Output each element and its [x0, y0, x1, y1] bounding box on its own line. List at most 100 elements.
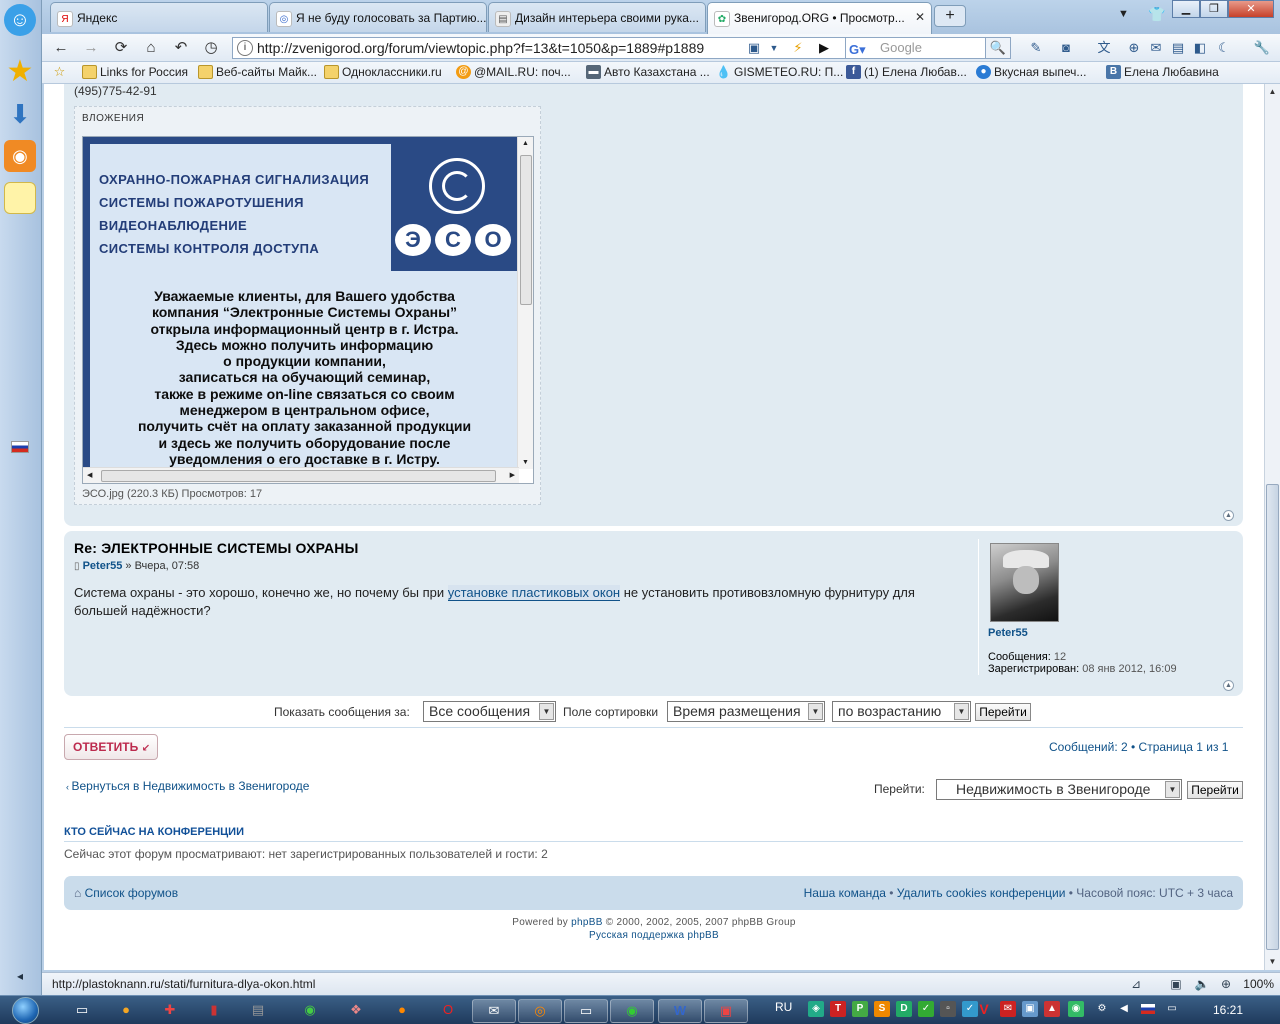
bookmark-gismeteo[interactable]: 💧 GISMETEO.RU: П... [716, 65, 843, 79]
search-button[interactable]: 🔍 [985, 37, 1011, 59]
bookmark-auto-kz[interactable]: ▬ Авто Казахстана ... [586, 65, 710, 79]
tab-design[interactable]: ▤ Дизайн интерьера своими рука... [488, 2, 706, 32]
back-icon[interactable]: ← [50, 38, 72, 58]
reader-icon[interactable]: ▣ [744, 39, 764, 57]
windows-link[interactable]: установке пластиковых окон [447, 585, 621, 601]
close-tab-icon[interactable]: ✕ [915, 10, 925, 24]
zoom-level[interactable]: 100% [1243, 977, 1274, 991]
mail-icon[interactable]: ✉ [1146, 39, 1166, 57]
sort-select[interactable]: Время размещения ▼ [667, 701, 825, 722]
app-icon[interactable]: ❖ [334, 999, 378, 1023]
tray-icon[interactable]: S [874, 1001, 890, 1017]
image-horizontal-scrollbar[interactable]: ◀ ▶ [83, 467, 519, 483]
download-icon[interactable]: ⬇ [4, 98, 36, 130]
tab-zvenigorod[interactable]: ✿ Звенигород.ORG • Просмотр... ✕ [707, 2, 932, 34]
undo-icon[interactable]: ↶ [170, 38, 192, 58]
jump-go-button[interactable]: Перейти [1187, 781, 1243, 799]
monitor-icon[interactable]: ▭ [1164, 1001, 1180, 1017]
image-app-icon[interactable]: ▣ [704, 999, 748, 1023]
forward-icon[interactable]: → [80, 38, 102, 58]
zoom-icon[interactable]: ⊕ [1124, 39, 1144, 57]
close-window-button[interactable]: ✕ [1228, 0, 1274, 18]
forum-index-link[interactable]: ⌂ Список форумов [74, 886, 178, 900]
bookmark-icon[interactable]: ▤ [1168, 39, 1188, 57]
delete-cookies-link[interactable]: Удалить cookies конференции [897, 886, 1066, 900]
edit-icon[interactable]: ✎ [1026, 39, 1046, 57]
sidebar-collapse-icon[interactable]: ◂ [4, 966, 36, 986]
scroll-left-icon[interactable]: ◀ [87, 471, 92, 479]
lightning-icon[interactable]: ⚡ [788, 39, 808, 57]
scroll-down-icon[interactable]: ▼ [1265, 954, 1280, 970]
scroll-right-icon[interactable]: ▶ [510, 471, 515, 479]
page-icon[interactable]: ▣ [1168, 976, 1184, 992]
activity-icon[interactable]: ⊿ [1128, 976, 1144, 992]
media-icon[interactable]: ● [104, 999, 148, 1023]
profile-name[interactable]: Peter55 [988, 627, 1028, 639]
floppy-icon[interactable]: ▮ [192, 999, 236, 1023]
clock[interactable]: 16:21 [1213, 1003, 1243, 1017]
scrollbar-thumb[interactable] [101, 470, 496, 482]
window-app-icon[interactable]: ▭ [564, 999, 608, 1023]
post-title[interactable]: Re: ЭЛЕКТРОННЫЕ СИСТЕМЫ ОХРАНЫ [74, 540, 359, 556]
mail-app-icon[interactable]: ✉ [472, 999, 516, 1023]
tray-icon[interactable]: D [896, 1001, 912, 1017]
camera-icon[interactable]: ◙ [1056, 39, 1076, 57]
bookmark-links[interactable]: Links for Россия [82, 65, 188, 79]
phpbb-link[interactable]: phpBB [571, 917, 603, 928]
word-icon[interactable]: W [658, 999, 702, 1023]
pagination[interactable]: Сообщений: 2 • Страница 1 из 1 [1049, 740, 1228, 754]
avatar[interactable] [990, 543, 1059, 622]
bookmark-websites[interactable]: Веб-сайты Майк... [198, 65, 317, 79]
show-select[interactable]: Все сообщения ▼ [423, 701, 556, 722]
home-icon[interactable]: ⌂ [140, 38, 162, 58]
speaker-icon[interactable]: 🔈 [1194, 976, 1210, 992]
rss-icon[interactable]: ◉ [4, 140, 36, 172]
bookmark-odnoklassniki[interactable]: Одноклассники.ru [324, 65, 442, 79]
tray-icon[interactable]: ▫ [940, 1001, 956, 1017]
tray-icon[interactable]: T [830, 1001, 846, 1017]
history-icon[interactable]: ◷ [200, 38, 222, 58]
author-link[interactable]: Peter55 [83, 560, 123, 572]
attachment-image[interactable]: ОХРАННО-ПОЖАРНАЯ СИГНАЛИЗАЦИЯ СИСТЕМЫ ПО… [83, 137, 519, 469]
app-icon[interactable]: ● [380, 999, 424, 1023]
start-button[interactable] [2, 996, 54, 1024]
go-icon[interactable]: ▶ [814, 39, 834, 57]
bookmark-vk[interactable]: B Елена Любавина [1106, 65, 1219, 79]
bookmark-mailru[interactable]: @ @MAIL.RU: поч... [456, 65, 571, 79]
paint-icon[interactable]: ✚ [148, 999, 192, 1023]
scroll-up-icon[interactable]: ▲ [1265, 84, 1280, 100]
opera-icon[interactable]: O [426, 999, 470, 1023]
page-menu-icon[interactable]: ◧ [1190, 39, 1210, 57]
tray-icon[interactable]: ◈ [808, 1001, 824, 1017]
tab-yandex[interactable]: Я Яндекс [50, 2, 268, 32]
sort-go-button[interactable]: Перейти [975, 703, 1031, 721]
browser-app-icon[interactable]: ◉ [610, 999, 654, 1023]
page-scrollbar[interactable]: ▲ ▼ [1264, 84, 1280, 970]
site-info-icon[interactable]: i [237, 40, 253, 56]
reload-icon[interactable]: ⟳ [110, 38, 132, 58]
tray-icon[interactable]: ✓ [918, 1001, 934, 1017]
tray-icon[interactable]: ◉ [1068, 1001, 1084, 1017]
scroll-down-icon[interactable]: ▼ [522, 459, 529, 466]
zoom-icon[interactable]: ⊕ [1218, 976, 1234, 992]
tray-icon[interactable]: V [976, 1001, 992, 1017]
maximize-button[interactable]: ❐ [1200, 0, 1228, 18]
bookmark-facebook[interactable]: f (1) Елена Любав... [846, 65, 967, 79]
back-to-top-icon[interactable]: ▲ [1223, 680, 1234, 691]
volume-icon[interactable]: ◀ [1116, 1001, 1132, 1017]
wrench-icon[interactable]: 🔧 [1252, 39, 1272, 57]
bookmark-baking[interactable]: ● Вкусная выпеч... [976, 65, 1086, 79]
tray-icon[interactable]: ▲ [1044, 1001, 1060, 1017]
flag-ru-icon[interactable] [1140, 1001, 1156, 1017]
tray-icon[interactable]: ✉ [1000, 1001, 1016, 1017]
translate-icon[interactable]: 文 [1094, 39, 1114, 57]
new-tab-button[interactable]: + [934, 5, 966, 27]
team-link[interactable]: Наша команда [804, 886, 886, 900]
theme-icon[interactable]: ☾ [1214, 39, 1234, 57]
smiley-icon[interactable]: ☺ [4, 4, 36, 36]
scrollbar-thumb[interactable] [520, 155, 532, 305]
tray-icon[interactable]: P [852, 1001, 868, 1017]
shirt-icon[interactable]: 👕 [1148, 6, 1165, 23]
network-icon[interactable]: ⚙ [1094, 1001, 1110, 1017]
scrollbar-thumb[interactable] [1266, 484, 1279, 950]
